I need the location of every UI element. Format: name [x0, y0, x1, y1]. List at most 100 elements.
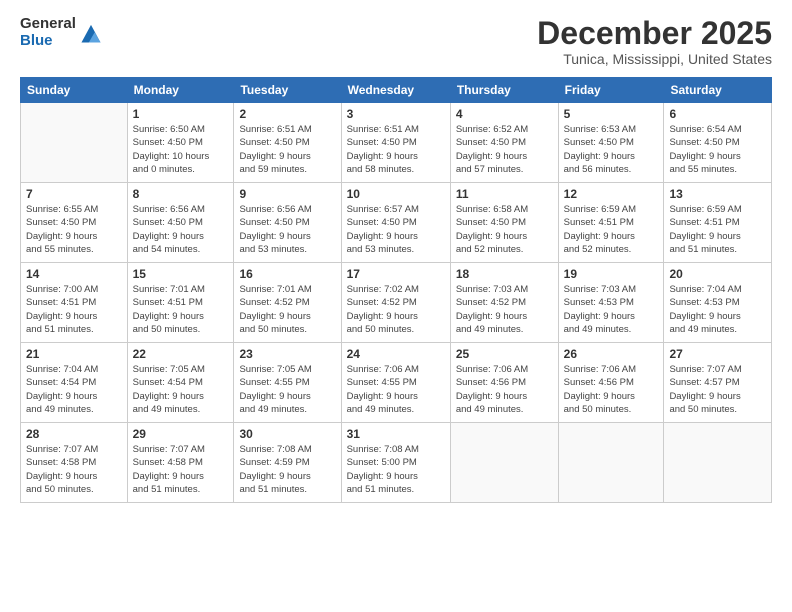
day-info: Sunrise: 6:57 AM Sunset: 4:50 PM Dayligh… — [347, 203, 445, 256]
table-cell: 27 Sunrise: 7:07 AM Sunset: 4:57 PM Dayli… — [664, 343, 772, 423]
day-number: 27 — [669, 347, 766, 361]
day-number: 10 — [347, 187, 445, 201]
table-cell: 6Sunrise: 6:54 AM Sunset: 4:50 PM Daylig… — [664, 103, 772, 183]
day-info: Sunrise: 7:07 AM Sunset: 4:58 PM Dayligh… — [133, 443, 229, 496]
day-info: Sunrise: 6:51 AM Sunset: 4:50 PM Dayligh… — [347, 123, 445, 176]
table-cell: 12Sunrise: 6:59 AM Sunset: 4:51 PM Dayli… — [558, 183, 664, 263]
day-number: 16 — [239, 267, 335, 281]
table-cell: 23 Sunrise: 7:05 AM Sunset: 4:55 PM Dayli… — [234, 343, 341, 423]
table-cell: 11Sunrise: 6:58 AM Sunset: 4:50 PM Dayli… — [450, 183, 558, 263]
table-cell: 2Sunrise: 6:51 AM Sunset: 4:50 PM Daylig… — [234, 103, 341, 183]
table-cell: 30 Sunrise: 7:08 AM Sunset: 4:59 PM Dayli… — [234, 423, 341, 503]
day-number: 28 — [26, 427, 122, 441]
table-cell: 19 Sunrise: 7:03 AM Sunset: 4:53 PM Dayli… — [558, 263, 664, 343]
day-number: 31 — [347, 427, 445, 441]
day-info: Sunrise: 7:06 AM Sunset: 4:56 PM Dayligh… — [456, 363, 553, 416]
table-cell: 13Sunrise: 6:59 AM Sunset: 4:51 PM Dayli… — [664, 183, 772, 263]
week-row-1: 1 Sunrise: 6:50 AM Sunset: 4:50 PM Daylig… — [21, 103, 772, 183]
table-cell: 7Sunrise: 6:55 AM Sunset: 4:50 PM Daylig… — [21, 183, 128, 263]
day-info: Sunrise: 7:01 AM Sunset: 4:52 PM Dayligh… — [239, 283, 335, 336]
page: General Blue December 2025 Tunica, Missi… — [0, 0, 792, 612]
week-row-4: 21 Sunrise: 7:04 AM Sunset: 4:54 PM Dayli… — [21, 343, 772, 423]
day-info: Sunrise: 7:07 AM Sunset: 4:57 PM Dayligh… — [669, 363, 766, 416]
table-cell: 21 Sunrise: 7:04 AM Sunset: 4:54 PM Dayli… — [21, 343, 128, 423]
week-row-3: 14 Sunrise: 7:00 AM Sunset: 4:51 PM Dayli… — [21, 263, 772, 343]
title-block: December 2025 Tunica, Mississippi, Unite… — [537, 16, 772, 67]
day-number: 18 — [456, 267, 553, 281]
calendar-table: Sunday Monday Tuesday Wednesday Thursday… — [20, 77, 772, 503]
logo: General Blue — [20, 16, 102, 49]
day-info: Sunrise: 6:56 AM Sunset: 4:50 PM Dayligh… — [133, 203, 229, 256]
table-cell: 25 Sunrise: 7:06 AM Sunset: 4:56 PM Dayli… — [450, 343, 558, 423]
table-cell — [21, 103, 128, 183]
table-cell: 22 Sunrise: 7:05 AM Sunset: 4:54 PM Dayli… — [127, 343, 234, 423]
day-info: Sunrise: 7:04 AM Sunset: 4:54 PM Dayligh… — [26, 363, 122, 416]
table-cell — [664, 423, 772, 503]
day-number: 24 — [347, 347, 445, 361]
day-info: Sunrise: 7:02 AM Sunset: 4:52 PM Dayligh… — [347, 283, 445, 336]
day-number: 8 — [133, 187, 229, 201]
day-info: Sunrise: 7:04 AM Sunset: 4:53 PM Dayligh… — [669, 283, 766, 336]
header-tuesday: Tuesday — [234, 78, 341, 103]
table-cell: 1 Sunrise: 6:50 AM Sunset: 4:50 PM Daylig… — [127, 103, 234, 183]
table-cell: 16 Sunrise: 7:01 AM Sunset: 4:52 PM Dayli… — [234, 263, 341, 343]
table-cell: 31 Sunrise: 7:08 AM Sunset: 5:00 PM Dayli… — [341, 423, 450, 503]
day-number: 13 — [669, 187, 766, 201]
table-cell: 24Sunrise: 7:06 AM Sunset: 4:55 PM Dayli… — [341, 343, 450, 423]
table-cell: 14 Sunrise: 7:00 AM Sunset: 4:51 PM Dayli… — [21, 263, 128, 343]
day-number: 6 — [669, 107, 766, 121]
day-info: Sunrise: 6:53 AM Sunset: 4:50 PM Dayligh… — [564, 123, 659, 176]
table-cell: 3 Sunrise: 6:51 AM Sunset: 4:50 PM Daylig… — [341, 103, 450, 183]
day-info: Sunrise: 6:58 AM Sunset: 4:50 PM Dayligh… — [456, 203, 553, 256]
day-number: 1 — [133, 107, 229, 121]
header-sunday: Sunday — [21, 78, 128, 103]
day-number: 12 — [564, 187, 659, 201]
week-row-2: 7Sunrise: 6:55 AM Sunset: 4:50 PM Daylig… — [21, 183, 772, 263]
table-cell: 10 Sunrise: 6:57 AM Sunset: 4:50 PM Dayli… — [341, 183, 450, 263]
logo-general: General — [20, 16, 76, 33]
day-number: 5 — [564, 107, 659, 121]
table-cell: 17 Sunrise: 7:02 AM Sunset: 4:52 PM Dayli… — [341, 263, 450, 343]
day-number: 9 — [239, 187, 335, 201]
day-info: Sunrise: 7:08 AM Sunset: 4:59 PM Dayligh… — [239, 443, 335, 496]
day-number: 17 — [347, 267, 445, 281]
day-number: 21 — [26, 347, 122, 361]
day-info: Sunrise: 7:07 AM Sunset: 4:58 PM Dayligh… — [26, 443, 122, 496]
day-number: 20 — [669, 267, 766, 281]
day-info: Sunrise: 7:08 AM Sunset: 5:00 PM Dayligh… — [347, 443, 445, 496]
calendar-title: December 2025 — [537, 16, 772, 51]
header: General Blue December 2025 Tunica, Missi… — [20, 16, 772, 67]
day-number: 30 — [239, 427, 335, 441]
day-info: Sunrise: 7:03 AM Sunset: 4:52 PM Dayligh… — [456, 283, 553, 336]
day-number: 3 — [347, 107, 445, 121]
day-info: Sunrise: 7:05 AM Sunset: 4:54 PM Dayligh… — [133, 363, 229, 416]
table-cell — [558, 423, 664, 503]
table-cell: 8 Sunrise: 6:56 AM Sunset: 4:50 PM Daylig… — [127, 183, 234, 263]
table-cell: 5 Sunrise: 6:53 AM Sunset: 4:50 PM Daylig… — [558, 103, 664, 183]
day-info: Sunrise: 7:03 AM Sunset: 4:53 PM Dayligh… — [564, 283, 659, 336]
day-info: Sunrise: 6:50 AM Sunset: 4:50 PM Dayligh… — [133, 123, 229, 176]
table-cell: 29Sunrise: 7:07 AM Sunset: 4:58 PM Dayli… — [127, 423, 234, 503]
day-info: Sunrise: 7:06 AM Sunset: 4:56 PM Dayligh… — [564, 363, 659, 416]
table-cell: 18 Sunrise: 7:03 AM Sunset: 4:52 PM Dayli… — [450, 263, 558, 343]
logo-icon — [80, 22, 102, 44]
day-info: Sunrise: 7:00 AM Sunset: 4:51 PM Dayligh… — [26, 283, 122, 336]
day-number: 15 — [133, 267, 229, 281]
table-cell: 26Sunrise: 7:06 AM Sunset: 4:56 PM Dayli… — [558, 343, 664, 423]
table-cell: 4Sunrise: 6:52 AM Sunset: 4:50 PM Daylig… — [450, 103, 558, 183]
day-info: Sunrise: 7:05 AM Sunset: 4:55 PM Dayligh… — [239, 363, 335, 416]
header-thursday: Thursday — [450, 78, 558, 103]
header-monday: Monday — [127, 78, 234, 103]
day-number: 23 — [239, 347, 335, 361]
header-friday: Friday — [558, 78, 664, 103]
day-number: 14 — [26, 267, 122, 281]
header-saturday: Saturday — [664, 78, 772, 103]
week-row-5: 28 Sunrise: 7:07 AM Sunset: 4:58 PM Dayli… — [21, 423, 772, 503]
table-cell: 20 Sunrise: 7:04 AM Sunset: 4:53 PM Dayli… — [664, 263, 772, 343]
day-number: 22 — [133, 347, 229, 361]
day-number: 19 — [564, 267, 659, 281]
table-cell — [450, 423, 558, 503]
day-info: Sunrise: 6:51 AM Sunset: 4:50 PM Dayligh… — [239, 123, 335, 176]
table-cell: 9Sunrise: 6:56 AM Sunset: 4:50 PM Daylig… — [234, 183, 341, 263]
day-number: 25 — [456, 347, 553, 361]
